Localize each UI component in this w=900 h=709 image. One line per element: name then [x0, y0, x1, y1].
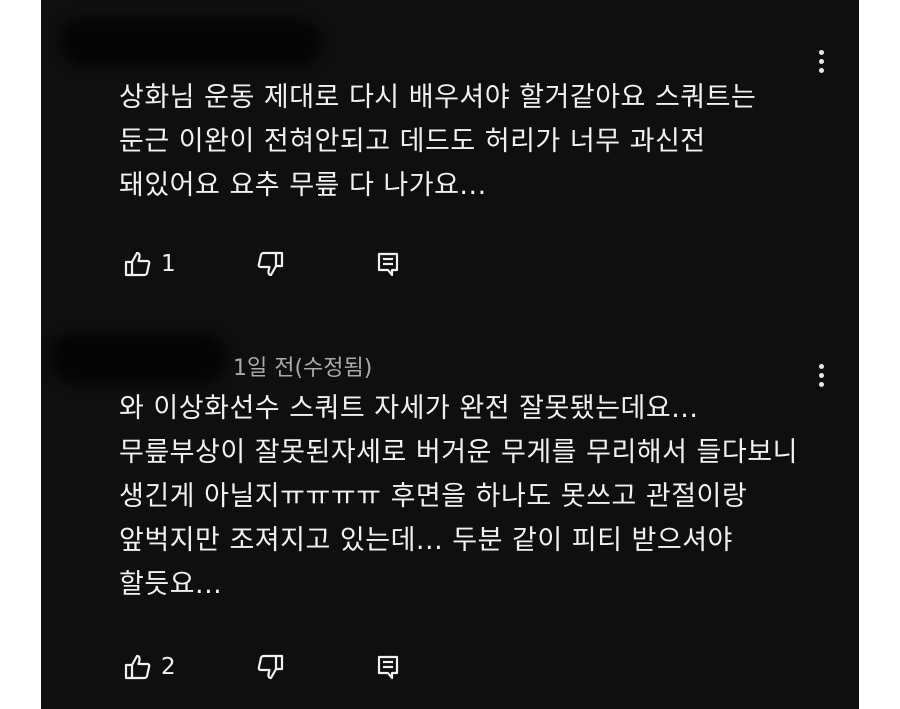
comment-text: 상화님 운동 제대로 다시 배우셔야 할거같아요 스쿼트는 둔근 이완이 전혀안…: [119, 82, 757, 201]
thumbs-down-icon: [257, 654, 284, 680]
comment-text: 와 이상화선수 스쿼트 자세가 완전 잘못됐는데요... 무릎부상이 잘못된자세…: [119, 393, 798, 600]
thumbs-up-icon: [124, 654, 151, 680]
thumbs-up-icon: [124, 251, 151, 277]
like-button[interactable]: 1: [123, 249, 176, 279]
more-options-button[interactable]: [815, 50, 827, 80]
like-button[interactable]: 2: [123, 652, 176, 682]
dislike-button[interactable]: [255, 249, 285, 279]
like-count: 1: [161, 251, 176, 277]
more-vertical-icon: [818, 364, 824, 369]
like-count: 2: [161, 654, 176, 680]
comment-1: 상화님 운동 제대로 다시 배우셔야 할거같아요 스쿼트는 둔근 이완이 전혀안…: [41, 0, 859, 300]
dislike-button[interactable]: [255, 652, 285, 682]
thumbs-down-icon: [257, 251, 284, 277]
reply-button[interactable]: [373, 249, 403, 279]
comment-timestamp: 1일 전(수정됨): [233, 356, 373, 381]
comments-panel: 상화님 운동 제대로 다시 배우셔야 할거같아요 스쿼트는 둔근 이완이 전혀안…: [41, 0, 859, 709]
more-vertical-icon: [818, 50, 824, 55]
comment-2: 1일 전(수정됨) 와 이상화선수 스쿼트 자세가 완전 잘못됐는데요... 무…: [41, 330, 859, 709]
reply-icon: [377, 252, 399, 277]
reply-icon: [377, 655, 399, 680]
more-options-button[interactable]: [815, 364, 827, 394]
reply-button[interactable]: [373, 652, 403, 682]
